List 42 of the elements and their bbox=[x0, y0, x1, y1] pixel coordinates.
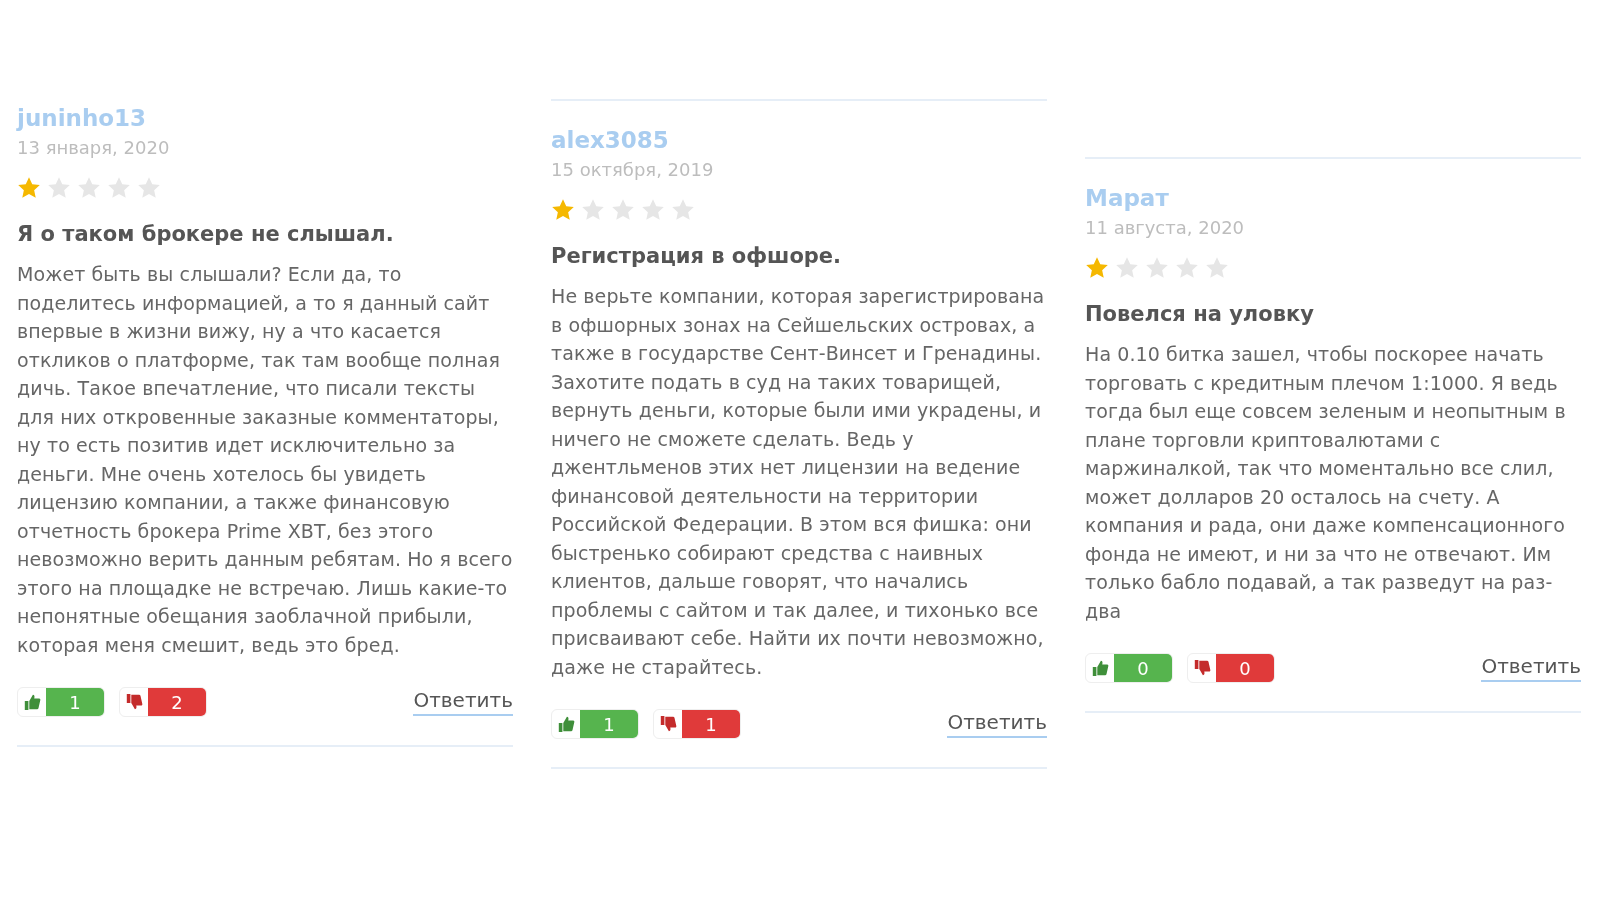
dislike-button[interactable]: 0 bbox=[1187, 653, 1275, 683]
thumbs-down-icon bbox=[125, 693, 143, 711]
star-icon bbox=[1175, 256, 1199, 280]
star-icon bbox=[107, 176, 131, 200]
review-text: Не верьте компании, которая зарегистрирована в офшорных зонах на Сейшельских островах, а также в государстве Сент-Винсет и Гренадины. Захотите подать в суд на таких товарищей, вернуть деньги, которые были ими украдены, и ничего не сможете сделать. Ведь у джентльменов этих нет лицензии на ведение финансовой деятельности на территории Российской Федерации. В этом вся фишка: они быстренько собирают средства с наивных клиентов, дальше говорят, что начались проблемы с сайтом и так далее, и тихонько все присваивают себе. Найти их почти невозможно, даже не старайтесь. bbox=[551, 284, 1046, 680]
author-name: juninho13 bbox=[17, 105, 147, 131]
thumbs-down-icon bbox=[659, 715, 677, 733]
star-icon bbox=[551, 198, 575, 222]
author-name: alex3085 bbox=[551, 127, 669, 153]
star-icon bbox=[1205, 256, 1229, 280]
star-icon bbox=[611, 198, 635, 222]
reply-link[interactable]: Ответить bbox=[947, 710, 1047, 738]
review-text: Может быть вы слышали? Если да, то поделитесь информацией, а то я данный сайт впервые в жизни вижу, ну а что касается откликов о платформе, так там вообще полная дичь. Такое впечатление, что писали тексты для них откровенные заказные комментаторы, ну то есть позитив идет исключительно за деньги. Мне очень хотелось бы увидеть лицензию компании, а также финансовую отчетность брокера Prime XBT, без этого невозможно верить данным ребятам. Но я всего этого на площадке не встречаю. Лишь какие-то непонятные обещания заоблачной прибыли, которая меня смешит, ведь это бред. bbox=[17, 262, 513, 658]
review-date: 11 августа, 2020 bbox=[1085, 217, 1246, 238]
star-icon bbox=[581, 198, 605, 222]
reply-link[interactable]: Ответить bbox=[1481, 654, 1581, 682]
star-icon bbox=[47, 176, 71, 200]
author-name: Марат bbox=[1085, 185, 1169, 211]
thumbs-up-icon bbox=[557, 715, 575, 733]
thumbs-up-icon bbox=[23, 693, 41, 711]
star-icon bbox=[671, 198, 695, 222]
star-icon bbox=[1085, 256, 1109, 280]
star-icon bbox=[641, 198, 665, 222]
thumbs-up-icon bbox=[1091, 659, 1109, 677]
review-title: Я о таком брокере не слышал. bbox=[17, 222, 395, 246]
review-text: На 0.10 битка зашел, чтобы поскорее начать торговать с кредитным плечом 1:1000. Я ведь тогда был еще совсем зеленым и неопытным в плане торговли криптовалютами с маржиналкой, так что моментально все слил, может долларов 20 осталось на счету. А компания и рада, они даже компенсационного фонда не имеют, и ни за что не отвечают. Им только бабло подавай, а так разведут на раз-два bbox=[1085, 342, 1567, 624]
dislike-button[interactable]: 2 bbox=[119, 687, 207, 717]
review-title: Повелся на уловку bbox=[1085, 302, 1315, 326]
review-date: 13 января, 2020 bbox=[17, 137, 171, 158]
star-icon bbox=[1115, 256, 1139, 280]
like-button[interactable]: 0 bbox=[1085, 653, 1173, 683]
like-button[interactable]: 1 bbox=[551, 709, 639, 739]
like-button[interactable]: 1 bbox=[17, 687, 105, 717]
dislike-button[interactable]: 1 bbox=[653, 709, 741, 739]
star-icon bbox=[77, 176, 101, 200]
review-date: 15 октября, 2019 bbox=[551, 159, 715, 180]
reply-link[interactable]: Ответить bbox=[413, 688, 513, 716]
review-title: Регистрация в офшоре. bbox=[551, 244, 843, 268]
star-icon bbox=[17, 176, 41, 200]
star-icon bbox=[1145, 256, 1169, 280]
star-icon bbox=[137, 176, 161, 200]
thumbs-down-icon bbox=[1193, 659, 1211, 677]
